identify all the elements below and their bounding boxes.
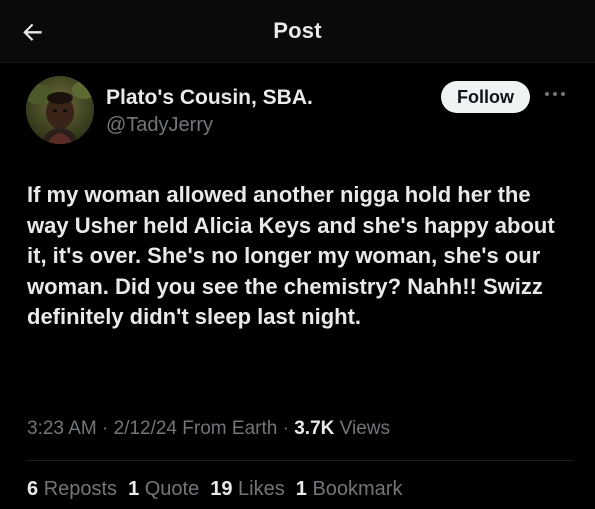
post-time[interactable]: 3:23 AM — [27, 418, 97, 439]
more-options-button[interactable] — [542, 84, 568, 104]
author-handle[interactable]: @TadyJerry — [106, 114, 213, 137]
post-source: From Earth — [182, 418, 278, 439]
quotes-label: Quote — [144, 478, 200, 500]
bookmarks-count: 1 — [295, 478, 307, 500]
reposts-count: 6 — [27, 478, 39, 500]
quotes-stat[interactable]: 1 Quote — [128, 478, 199, 501]
post-date[interactable]: 2/12/24 — [114, 418, 177, 439]
post-stats: 6 Reposts 1 Quote 19 Likes 1 Bookmark — [27, 478, 413, 501]
bookmarks-label: Bookmark — [312, 478, 403, 500]
meta-separator: · — [282, 418, 289, 439]
bookmarks-stat[interactable]: 1 Bookmark — [296, 478, 403, 501]
views-count: 3.7K — [294, 418, 335, 439]
post-header: Post — [0, 0, 595, 62]
likes-stat[interactable]: 19 Likes — [210, 478, 285, 501]
quotes-count: 1 — [128, 478, 140, 500]
author-name[interactable]: Plato's Cousin, SBA. — [106, 86, 313, 110]
stats-divider — [27, 460, 572, 461]
reposts-label: Reposts — [43, 478, 118, 500]
views-label: Views — [339, 418, 390, 439]
likes-label: Likes — [238, 478, 285, 500]
back-button[interactable] — [18, 17, 48, 47]
header-divider — [0, 62, 595, 63]
avatar[interactable] — [26, 76, 94, 144]
likes-count: 19 — [210, 478, 233, 500]
arrow-left-icon — [23, 23, 42, 41]
more-horizontal-icon — [545, 92, 565, 96]
meta-separator: · — [102, 418, 109, 439]
avatar-photo — [26, 76, 94, 144]
reposts-stat[interactable]: 6 Reposts — [27, 478, 117, 501]
post-meta: 3:23 AM · 2/12/24 From Earth · 3.7K View… — [27, 418, 390, 440]
page-title: Post — [273, 18, 322, 43]
follow-button[interactable]: Follow — [441, 81, 530, 113]
post-text: If my woman allowed another nigga hold h… — [27, 182, 555, 329]
